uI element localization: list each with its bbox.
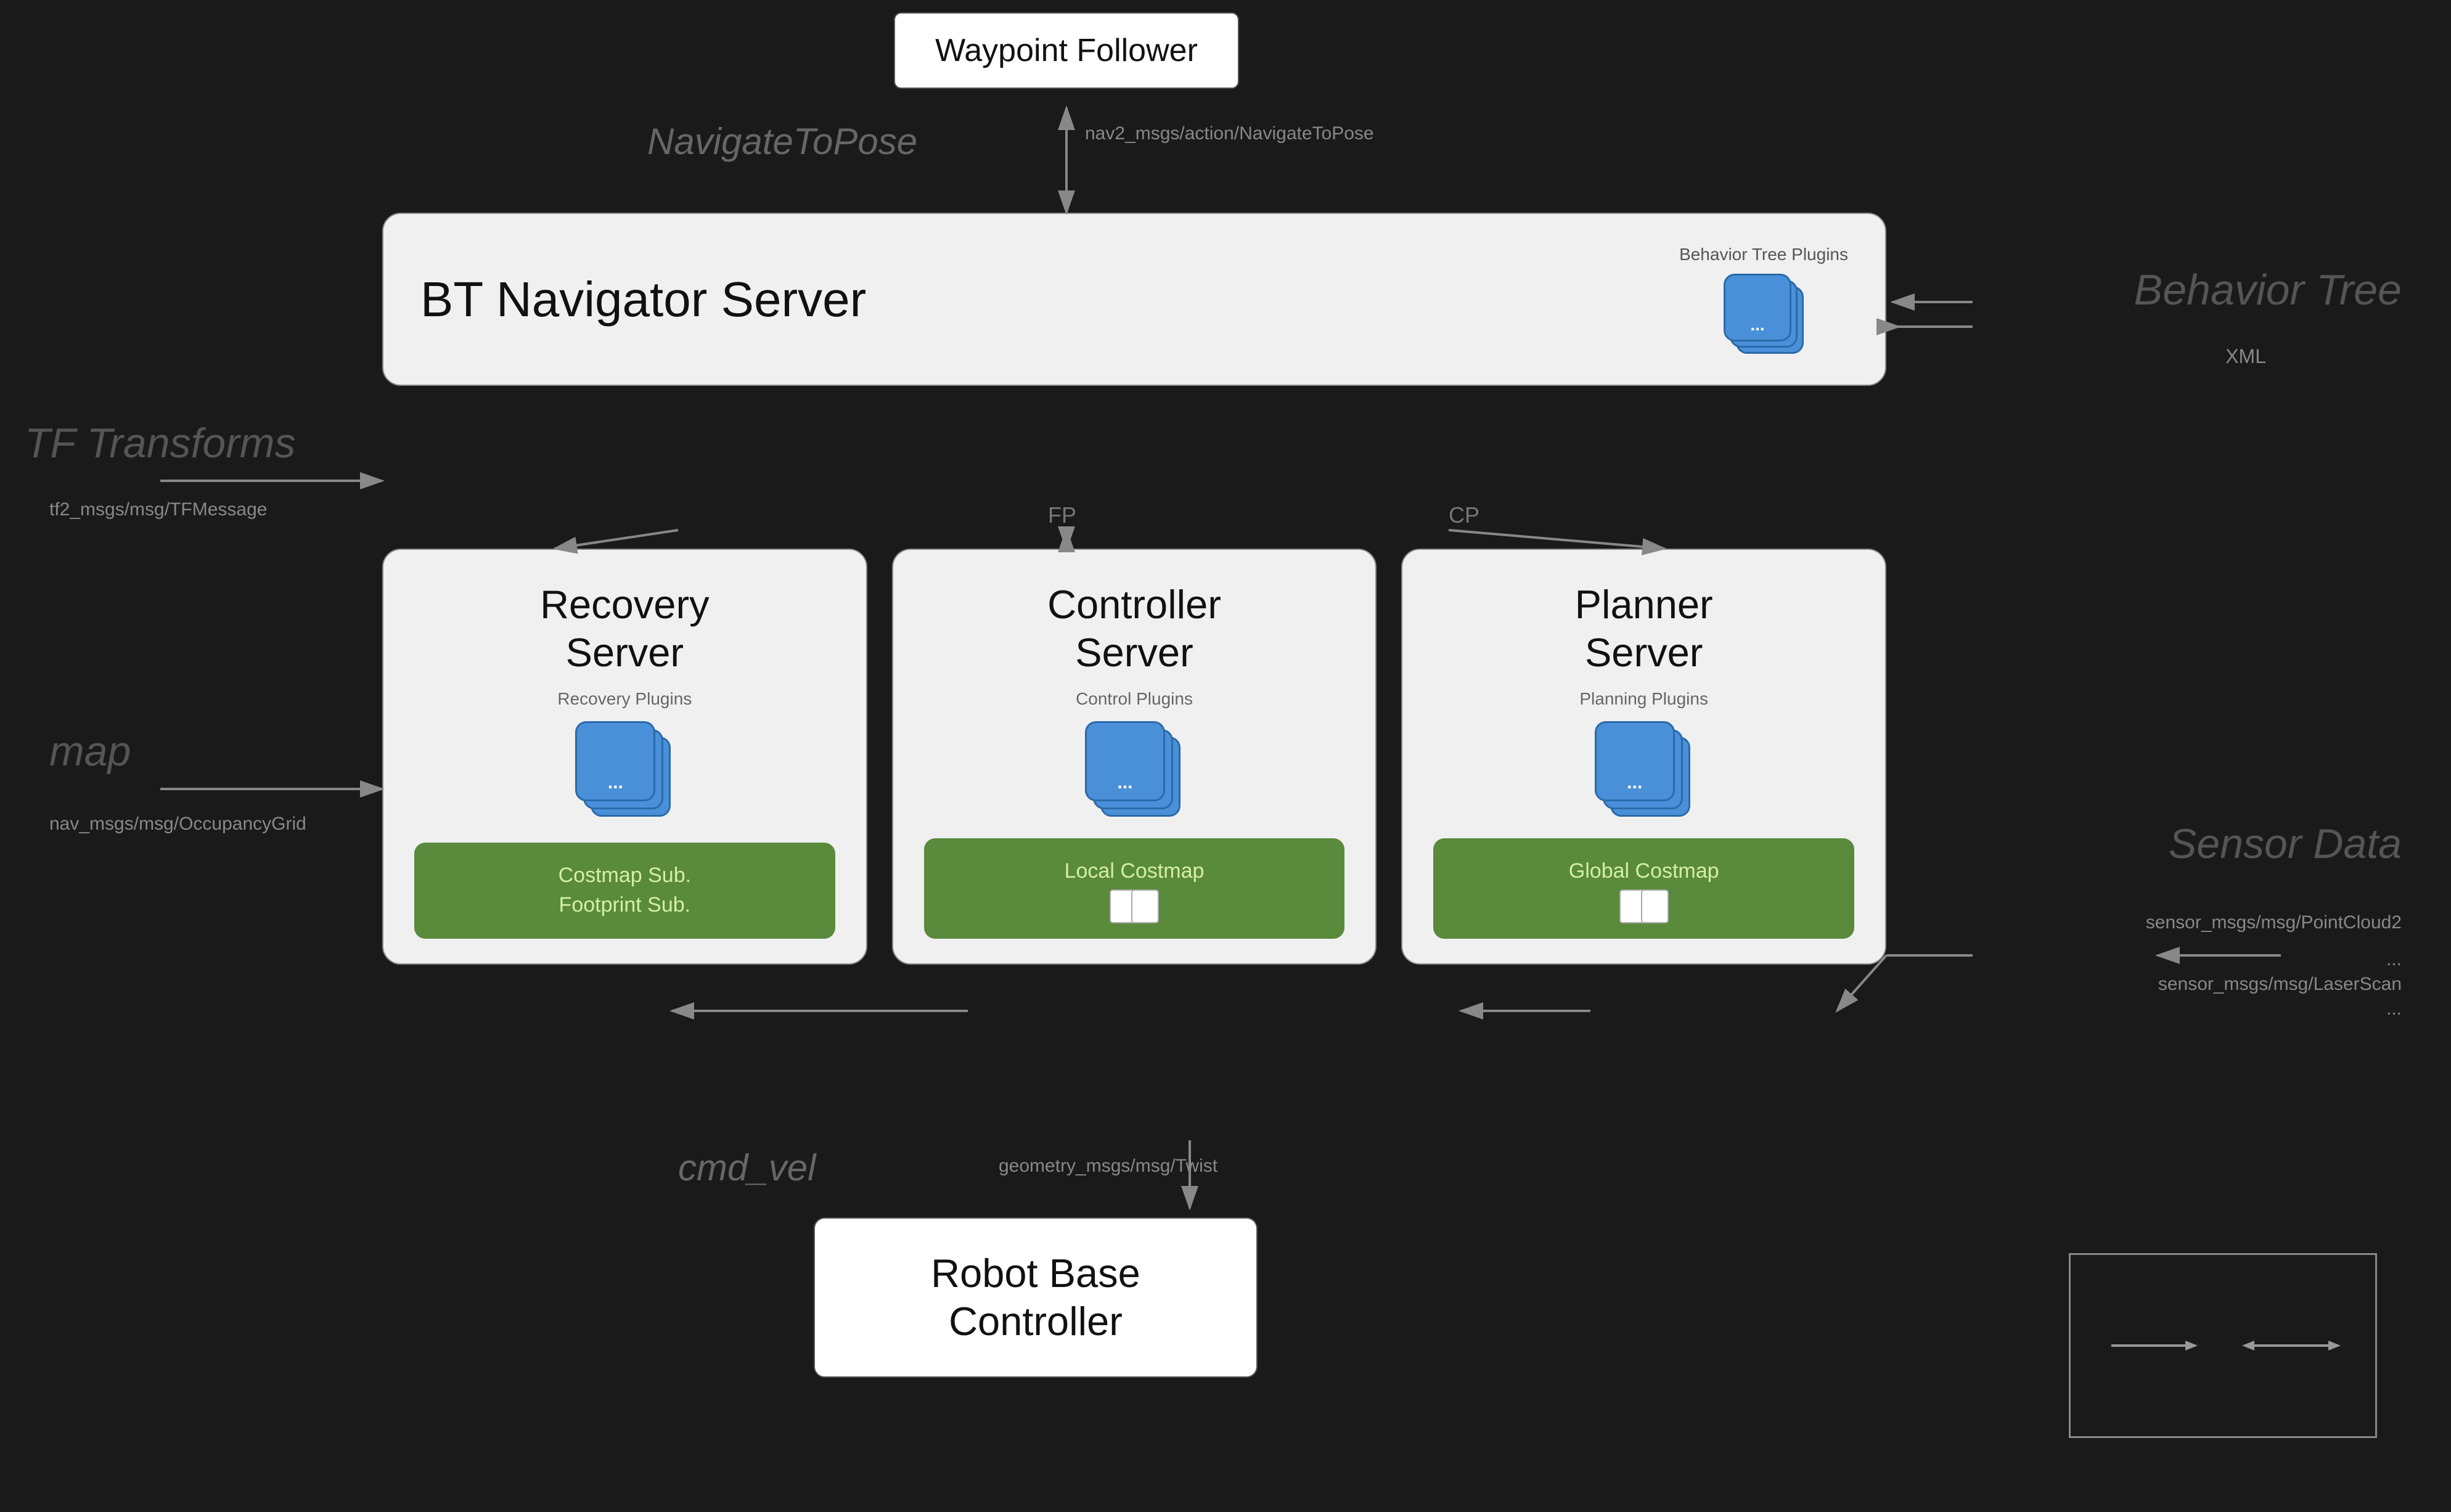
bt-navigator-title: BT Navigator Server bbox=[420, 271, 866, 328]
recovery-plugin-stack: ... bbox=[575, 721, 674, 820]
tf-message: tf2_msgs/msg/TFMessage bbox=[49, 499, 267, 520]
navigate-message: nav2_msgs/action/NavigateToPose bbox=[1085, 123, 1374, 144]
map-label: map bbox=[49, 727, 131, 775]
global-costmap-label: Global Costmap bbox=[1569, 857, 1719, 886]
legend-arrow-2 bbox=[2242, 1333, 2341, 1358]
plugin-card-front: ... bbox=[1724, 274, 1791, 341]
bt-plugin-label: Behavior Tree Plugins bbox=[1679, 245, 1848, 264]
recovery-server-box: RecoveryServer Recovery Plugins ... Cost… bbox=[382, 549, 867, 965]
plugin-dots: ... bbox=[1725, 315, 1790, 335]
global-costmap-box: Global Costmap bbox=[1433, 838, 1854, 939]
fp-label: FP bbox=[1048, 502, 1076, 528]
sensor-message-2: ... bbox=[2386, 949, 2402, 970]
sensor-message-1: sensor_msgs/msg/PointCloud2 bbox=[2146, 912, 2402, 933]
sensor-message-4: ... bbox=[2386, 999, 2402, 1020]
tf-transforms-label: TF Transforms bbox=[25, 419, 296, 467]
controller-card-front: ... bbox=[1085, 721, 1165, 801]
map-message: nav_msgs/msg/OccupancyGrid bbox=[49, 814, 306, 835]
recovery-server-title: RecoveryServer bbox=[540, 581, 710, 677]
bt-plugin-stack: ... bbox=[1724, 274, 1804, 354]
controller-dots: ... bbox=[1087, 772, 1163, 793]
control-plugin-label: Control Plugins bbox=[1076, 689, 1193, 709]
cmdvel-label: cmd_vel bbox=[678, 1146, 816, 1189]
planner-card-front: ... bbox=[1595, 721, 1675, 801]
global-page-2 bbox=[1641, 889, 1669, 923]
global-costmap-icon bbox=[1622, 893, 1666, 920]
local-costmap-icon bbox=[1113, 893, 1156, 920]
cp-label: CP bbox=[1449, 502, 1479, 528]
legend-arrow-1 bbox=[2105, 1333, 2198, 1358]
two-way-arrow-icon bbox=[2242, 1333, 2341, 1358]
recovery-dots: ... bbox=[577, 772, 653, 793]
planner-server-title: PlannerServer bbox=[1575, 581, 1713, 677]
recovery-card-front: ... bbox=[575, 721, 655, 801]
waypoint-follower-box: Waypoint Follower bbox=[894, 12, 1239, 89]
controller-server-box: ControllerServer Control Plugins ... Loc… bbox=[892, 549, 1377, 965]
controller-server-title: ControllerServer bbox=[1047, 581, 1221, 677]
sensor-message-3: sensor_msgs/msg/LaserScan bbox=[2158, 974, 2402, 995]
behavior-tree-label: Behavior Tree bbox=[2134, 265, 2402, 314]
local-costmap-box: Local Costmap bbox=[924, 838, 1345, 939]
one-way-arrow-icon bbox=[2105, 1333, 2198, 1358]
cmdvel-message: geometry_msgs/msg/Twist bbox=[999, 1156, 1217, 1177]
recovery-plugin-label: Recovery Plugins bbox=[557, 689, 692, 709]
legend-box bbox=[2069, 1253, 2377, 1438]
sensor-data-label: Sensor Data bbox=[2169, 820, 2402, 868]
servers-row: RecoveryServer Recovery Plugins ... Cost… bbox=[382, 549, 1886, 965]
bt-plugin-area: Behavior Tree Plugins ... bbox=[1679, 245, 1848, 354]
local-costmap-label: Local Costmap bbox=[1065, 857, 1205, 886]
recovery-costmap-label: Costmap Sub.Footprint Sub. bbox=[559, 861, 691, 920]
waypoint-title: Waypoint Follower bbox=[935, 33, 1198, 68]
recovery-costmap-box: Costmap Sub.Footprint Sub. bbox=[414, 843, 835, 938]
controller-plugin-stack: ... bbox=[1085, 721, 1184, 820]
navigate-label: NavigateToPose bbox=[647, 120, 917, 163]
costmap-page-2 bbox=[1131, 889, 1159, 923]
planning-plugin-label: Planning Plugins bbox=[1579, 689, 1708, 709]
bt-navigator-box: BT Navigator Server Behavior Tree Plugin… bbox=[382, 213, 1886, 386]
planner-server-box: PlannerServer Planning Plugins ... Globa… bbox=[1401, 549, 1886, 965]
robot-base-controller-box: Robot BaseController bbox=[814, 1217, 1258, 1378]
xml-label: XML bbox=[2225, 345, 2266, 368]
robot-base-title: Robot BaseController bbox=[931, 1251, 1140, 1344]
planner-dots: ... bbox=[1597, 772, 1673, 793]
planner-plugin-stack: ... bbox=[1595, 721, 1693, 820]
